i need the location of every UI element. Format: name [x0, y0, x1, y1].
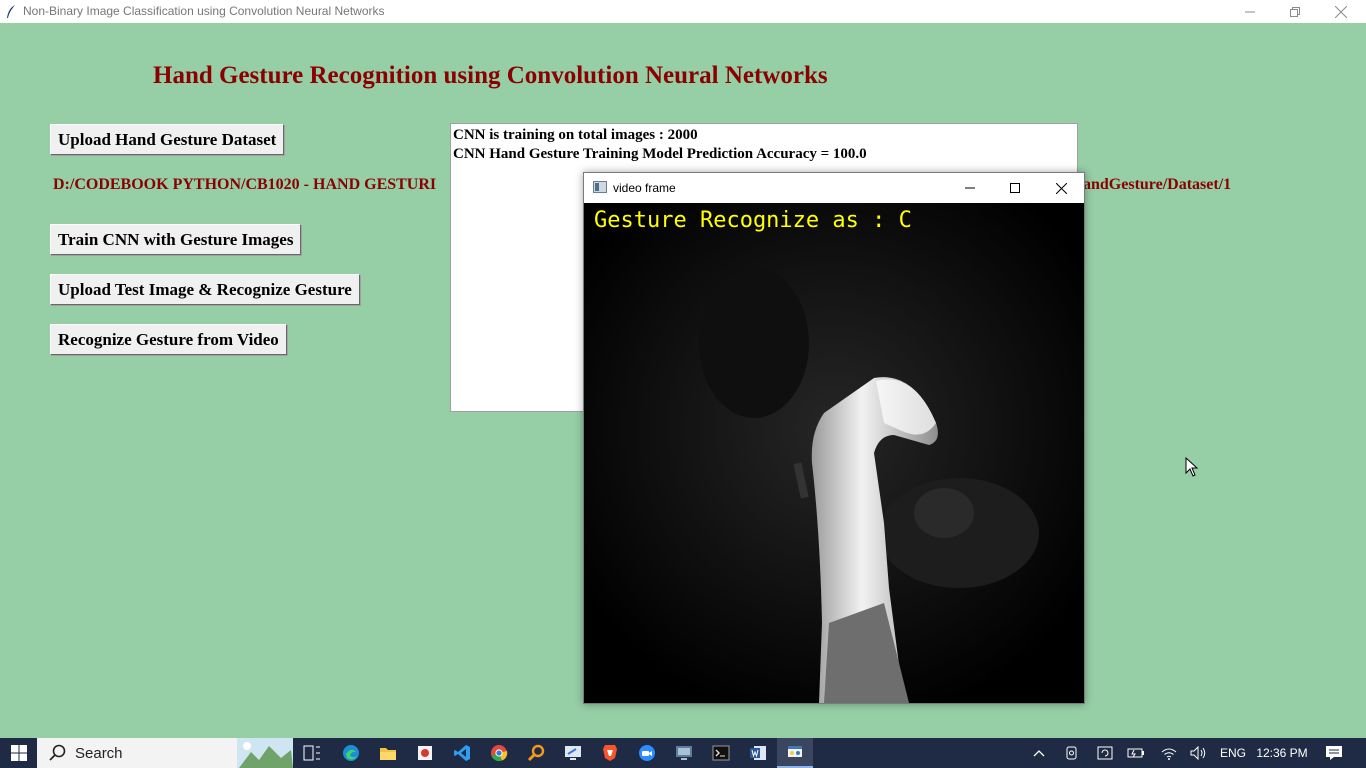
minimize-icon [1245, 11, 1255, 12]
taskbar-remote-app[interactable] [555, 738, 591, 768]
command-prompt-icon [712, 745, 730, 761]
action-center-sync-icon [1097, 746, 1113, 760]
search-icon [49, 744, 66, 761]
taskbar-word[interactable] [740, 738, 776, 768]
start-button[interactable] [0, 738, 37, 768]
maximize-icon [1010, 183, 1020, 193]
hand-gesture-frame [584, 203, 1084, 703]
folder-icon [380, 748, 396, 760]
python-icon [788, 746, 802, 757]
tray-meet-button[interactable] [1060, 738, 1084, 768]
taskbar-brave[interactable] [592, 738, 628, 768]
taskbar-search[interactable]: Search [37, 738, 293, 768]
monitor-icon [676, 746, 692, 760]
video-minimize-button[interactable] [947, 173, 993, 203]
word-icon [750, 746, 766, 760]
close-button[interactable] [1318, 0, 1364, 23]
close-icon [1055, 182, 1067, 194]
chrome-icon [491, 745, 508, 762]
restore-icon [1290, 6, 1300, 17]
windows-logo-icon [10, 745, 27, 761]
wifi-icon [1161, 748, 1177, 760]
taskbar-app-red[interactable] [407, 738, 443, 768]
video-close-button[interactable] [1038, 173, 1084, 203]
video-canvas: Gesture Recognize as : C [584, 203, 1084, 703]
notification-icon [1326, 746, 1342, 760]
dataset-path-right: andGesture/Dataset/1 [1083, 176, 1232, 193]
taskbar-chrome[interactable] [481, 738, 517, 768]
app-red-icon [418, 746, 432, 760]
edge-icon [343, 745, 359, 761]
tray-language[interactable]: ENG [1216, 738, 1250, 768]
window-title: Non-Binary Image Classification using Co… [23, 4, 385, 18]
tray-security-button[interactable] [1093, 738, 1117, 768]
window-app-icon [593, 181, 607, 193]
dataset-path-left: D:/CODEBOOK PYTHON/CB1020 - HAND GESTURI [53, 176, 437, 193]
remote-desktop-icon [565, 746, 581, 760]
tray-overflow-button[interactable] [1027, 738, 1051, 768]
video-frame-titlebar[interactable]: video frame [584, 173, 1084, 203]
task-view-icon [303, 745, 320, 761]
feather-icon [7, 5, 15, 18]
minimize-icon [965, 187, 975, 189]
taskbar: Search ENG 12:36 PM [0, 738, 1366, 768]
zoom-icon [639, 745, 655, 761]
battery-icon [1127, 748, 1144, 758]
output-line: CNN Hand Gesture Training Model Predicti… [453, 146, 867, 162]
vscode-icon [454, 745, 470, 761]
tray-volume-button[interactable] [1187, 738, 1211, 768]
recognize-video-button[interactable]: Recognize Gesture from Video [50, 324, 287, 355]
taskbar-edge[interactable] [333, 738, 369, 768]
upload-dataset-button[interactable]: Upload Hand Gesture Dataset [50, 124, 285, 155]
train-cnn-button[interactable]: Train CNN with Gesture Images [50, 224, 302, 255]
search-highlight-icon [237, 738, 293, 768]
search-label: Search [75, 744, 123, 762]
video-frame-window[interactable]: video frame Gesture Recognize as: C [583, 172, 1085, 704]
minimize-button[interactable] [1227, 0, 1273, 23]
taskbar-file-explorer[interactable] [370, 738, 406, 768]
tray-clock[interactable]: 12:36 PM [1254, 738, 1310, 768]
brave-lion-icon [603, 745, 617, 761]
video-maximize-button[interactable] [992, 173, 1038, 203]
chevron-up-icon [1033, 750, 1045, 757]
camera-icon [1066, 746, 1077, 760]
close-icon [1335, 5, 1347, 18]
video-frame-title: video frame [613, 181, 676, 195]
task-view-button[interactable] [296, 738, 328, 768]
taskbar-cmd[interactable] [703, 738, 739, 768]
taskbar-vscode[interactable] [444, 738, 480, 768]
taskbar-screen-app[interactable] [666, 738, 702, 768]
gesture-result-overlay: Gesture Recognize as : C [594, 208, 912, 233]
taskbar-search-app[interactable] [518, 738, 554, 768]
taskbar-python[interactable] [777, 738, 813, 768]
restore-button[interactable] [1272, 0, 1318, 23]
notifications-button[interactable] [1320, 738, 1348, 768]
speaker-icon [1190, 746, 1206, 760]
tray-wifi-button[interactable] [1157, 738, 1181, 768]
taskbar-zoom[interactable] [629, 738, 665, 768]
upload-test-image-button[interactable]: Upload Test Image & Recognize Gesture [50, 274, 360, 305]
page-title: Hand Gesture Recognition using Convoluti… [153, 62, 828, 89]
output-line: CNN is training on total images : 2000 [453, 127, 698, 143]
main-window-titlebar: Non-Binary Image Classification using Co… [0, 0, 1366, 23]
mouse-cursor-icon [1185, 457, 1199, 477]
tray-battery-button[interactable] [1124, 738, 1148, 768]
magnifier-orange-icon [527, 744, 545, 762]
